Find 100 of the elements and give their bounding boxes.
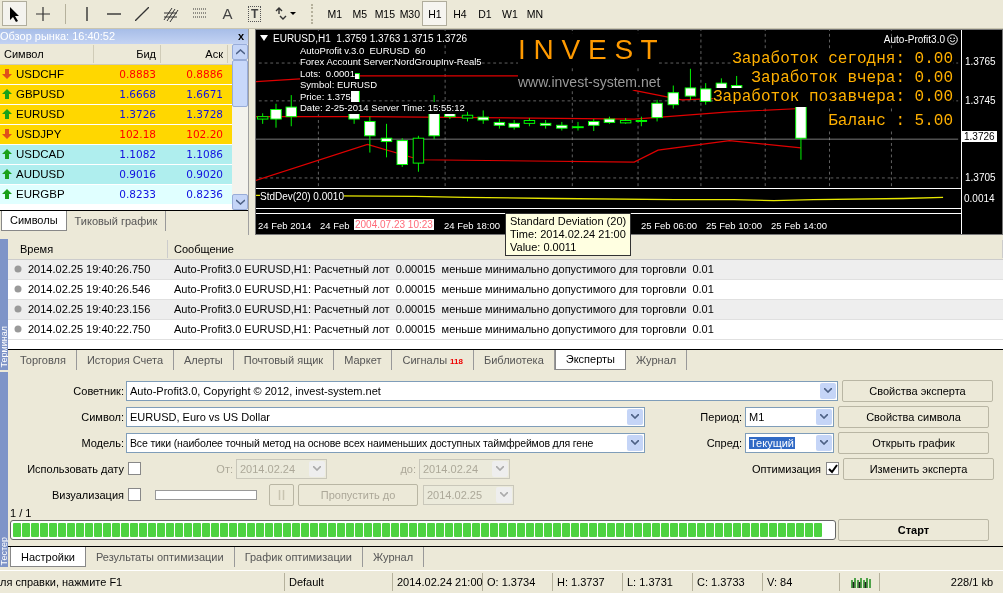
terminal-tab[interactable]: Почтовый ящик [233, 349, 335, 370]
edit-expert-button[interactable]: Изменить эксперта [843, 457, 994, 480]
ask-price: 1.3728 [185, 108, 224, 121]
timeframe-button[interactable]: H4 [447, 1, 473, 27]
symbol-row[interactable]: EURGBP 0.8233 0.8236 [0, 184, 232, 205]
direction-arrow-icon [2, 169, 12, 180]
panel-tab[interactable]: Символы [1, 210, 67, 231]
timeframe-button[interactable]: H1 [422, 1, 448, 27]
vertical-line-icon [84, 6, 89, 21]
dropdown-caret-icon [500, 492, 508, 498]
timeframe-button[interactable]: W1 [497, 1, 523, 27]
log-time: 2014.02.25 19:40:23.156 [28, 303, 151, 316]
timeframe-button[interactable]: M1 [322, 1, 348, 27]
candle [603, 115, 616, 125]
column-header[interactable]: Бид [94, 44, 161, 63]
terminal-tab[interactable]: Торговля [10, 349, 77, 370]
status-dot-icon [14, 325, 22, 334]
timeframe-button[interactable]: M30 [397, 1, 423, 27]
symbol-row[interactable]: AUDUSD 0.9016 0.9020 [0, 164, 232, 185]
symbol-select[interactable]: EURUSD, Euro vs US Dollar [126, 406, 645, 427]
price-label: 1.3705 [965, 171, 996, 183]
close-button[interactable]: x [233, 29, 248, 44]
text-tool[interactable]: A [215, 1, 240, 27]
timeframe-button[interactable]: M15 [372, 1, 398, 27]
terminal-tab[interactable]: Журнал [626, 349, 688, 370]
log-row[interactable]: 2014.02.25 19:40:23.156 Auto-Profit3.0 EURUSD,H1: Расчетный лот 0.00015 меньше минимально допустимого для торговли 0.01 [8, 299, 1003, 320]
terminal-tab[interactable]: Библиотека [473, 349, 555, 370]
status-text: O: 1.3734 [483, 573, 553, 592]
status-text: 228/1 kb [949, 575, 994, 591]
period-select[interactable]: M1 [745, 406, 834, 427]
checkbox-label: Использовать дату [26, 462, 125, 475]
tester-tab[interactable]: Результаты оптимизации [85, 547, 235, 568]
triangle-icon [260, 35, 268, 42]
expert-select[interactable]: Auto-Profit3.0, Copyright © 2012, invest-system.net [126, 380, 838, 401]
tester-tab[interactable]: График оптимизации [234, 547, 363, 568]
time-label: 24 Feb [320, 219, 350, 231]
model-select[interactable]: Все тики (наиболее точный метод на основе всех наименьших доступных таймфреймов для гене [126, 432, 645, 453]
field-label: до: [399, 462, 417, 475]
candle [572, 121, 584, 131]
log-row[interactable]: 2014.02.25 19:40:22.750 Auto-Profit3.0 EURUSD,H1: Расчетный лот 0.00015 меньше минимально допустимого для торговли 0.01 [8, 319, 1003, 340]
symbol-row[interactable]: USDCAD 1.1082 1.1086 [0, 144, 232, 165]
terminal-tab[interactable]: История Счета [76, 349, 174, 370]
symbol-row[interactable]: GBPUSD 1.6668 1.6671 [0, 84, 232, 105]
log-row[interactable]: 2014.02.25 19:40:26.546 Auto-Profit3.0 EURUSD,H1: Расчетный лот 0.00015 меньше минимально допустимого для торговли 0.01 [8, 279, 1003, 300]
terminal-tab[interactable]: Маркет [334, 349, 393, 370]
log-time: 2014.02.25 19:40:26.546 [28, 283, 151, 296]
symbol-row[interactable]: USDJPY 102.18 102.20 [0, 124, 232, 145]
column-header[interactable]: Аск [161, 44, 228, 63]
use-date-checkbox[interactable] [128, 462, 141, 476]
visualization-checkbox[interactable] [128, 488, 141, 502]
panel-title: Обзор рынка: 16:40:52 [0, 30, 116, 43]
candle [684, 68, 697, 101]
count-label: 118 [450, 356, 463, 366]
indicator-scale-label: 0.0014 [964, 193, 995, 205]
start-button[interactable]: Старт [838, 518, 989, 541]
ask-price: 1.6671 [185, 88, 224, 101]
symbol-row[interactable]: USDCHF 0.8883 0.8886 [0, 64, 232, 85]
log-message: Auto-Profit3.0 EURUSD,H1: Расчетный лот 0.00015 меньше минимально допустимого для торговли 0.01 [173, 283, 715, 296]
scroll-up-icon [235, 48, 245, 55]
terminal-tab[interactable]: Эксперты [554, 349, 627, 370]
terminal-tab[interactable]: Сигналы 118 [392, 349, 474, 370]
panel-tab[interactable]: Тиковый график [66, 210, 167, 231]
tester-tab[interactable]: Журнал [363, 547, 425, 568]
symbol-properties-button[interactable]: Свойства символа [838, 405, 989, 428]
bid-price: 1.6668 [118, 88, 157, 101]
symbol-name: USDCHF [16, 68, 64, 81]
dropdown-caret-icon [824, 388, 832, 394]
expert-properties-button[interactable]: Свойства эксперта [842, 379, 993, 402]
spread-select[interactable]: Текущий [745, 432, 834, 453]
timeframe-button[interactable]: D1 [472, 1, 498, 27]
column-header[interactable]: Символ [0, 44, 94, 63]
candle [493, 118, 506, 129]
dropdown-caret-icon [313, 466, 321, 472]
tester-tab[interactable]: Настройки [10, 547, 86, 568]
optimization-checkbox[interactable] [826, 462, 839, 476]
label-tool[interactable]: T [242, 1, 268, 27]
ask-price: 0.8886 [185, 68, 224, 81]
candle [412, 135, 425, 172]
cursor-tool[interactable] [2, 1, 27, 27]
column-header[interactable]: Время [8, 239, 168, 258]
candle [651, 99, 663, 122]
candle [539, 119, 552, 129]
smiley-icon [947, 33, 958, 45]
timeframe-button[interactable]: M5 [347, 1, 373, 27]
arrows-dropdown-icon [275, 6, 298, 21]
candle [667, 84, 679, 109]
status-dot-icon [14, 305, 22, 314]
symbol-row[interactable]: EURUSD 1.3726 1.3728 [0, 104, 232, 125]
log-message: Auto-Profit3.0 EURUSD,H1: Расчетный лот 0.00015 меньше минимально допустимого для торговли 0.01 [173, 323, 715, 336]
timeframe-button[interactable]: MN [522, 1, 548, 27]
scrollbar[interactable] [232, 43, 248, 210]
open-chart-button[interactable]: Открыть график [838, 431, 989, 454]
current-price-label: 1.3726 [962, 130, 997, 142]
time-label: 24 Feb 18:00 [444, 219, 500, 231]
status-text: 2014.02.24 21:00 [393, 573, 483, 592]
pass-counter: 1 / 1 [9, 507, 33, 518]
dropdown-caret-icon [631, 440, 639, 446]
terminal-tab[interactable]: Алерты [174, 349, 234, 370]
log-row[interactable]: 2014.02.25 19:40:26.750 Auto-Profit3.0 EURUSD,H1: Расчетный лот 0.00015 меньше минимально допустимого для торговли 0.01 [8, 259, 1003, 280]
status-dot-icon [14, 265, 22, 274]
